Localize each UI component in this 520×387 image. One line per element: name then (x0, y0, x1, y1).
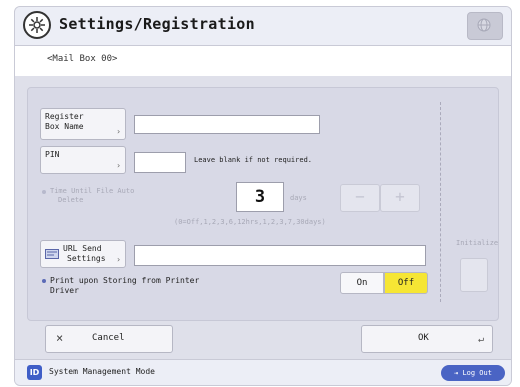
initialize-button[interactable] (460, 258, 488, 292)
bullet-icon (42, 190, 46, 194)
page-title: Settings/Registration (59, 15, 255, 33)
auto-delete-unit: days (290, 194, 307, 202)
url-send-input[interactable] (134, 245, 426, 266)
increment-button[interactable]: + (380, 184, 420, 212)
print-driver-on-toggle[interactable]: On (340, 272, 384, 294)
settings-gear-icon (23, 11, 51, 39)
bullet-icon (42, 279, 46, 283)
pin-input[interactable] (134, 152, 186, 173)
title-bar: Settings/Registration (15, 7, 511, 46)
logout-label: Log Out (462, 369, 492, 377)
action-row: × Cancel OK ↵ (15, 325, 511, 355)
enter-icon: ↵ (477, 334, 484, 345)
auto-delete-value[interactable]: 3 (236, 182, 284, 212)
register-box-name-label-2: Box Name (45, 122, 84, 131)
ok-label: OK (418, 333, 429, 343)
auto-delete-range-hint: (0=Off,1,2,3,6,12hrs,1,2,3,7,30days) (174, 218, 326, 226)
mailbox-header: <Mail Box 00> (15, 46, 511, 76)
chevron-right-icon: › (116, 255, 121, 264)
auto-delete-label-1: Time Until File Auto (50, 187, 135, 195)
pin-button[interactable]: PIN › (40, 146, 126, 174)
close-icon: × (56, 331, 64, 345)
logout-button[interactable]: ⇥ Log Out (441, 365, 505, 381)
register-box-name-button[interactable]: Register Box Name › (40, 108, 126, 140)
url-send-settings-button[interactable]: URL Send Settings › (40, 240, 126, 268)
mode-label: System Management Mode (49, 367, 155, 376)
pin-hint: Leave blank if not required. (194, 156, 313, 164)
initialize-label: Initialize (456, 239, 499, 247)
decrement-button[interactable]: − (340, 184, 380, 212)
pin-label: PIN (45, 150, 60, 159)
sphere-icon (477, 18, 491, 32)
print-driver-off-toggle[interactable]: Off (384, 272, 428, 294)
url-send-label-1: URL Send (63, 244, 102, 253)
status-bar: ID System Management Mode ⇥ Log Out (15, 359, 511, 385)
url-send-label-2: Settings (67, 254, 106, 263)
vertical-divider (440, 102, 441, 302)
print-driver-label-2: Driver (50, 286, 79, 295)
id-icon: ID (27, 365, 42, 380)
print-driver-label-1: Print upon Storing from Printer (50, 276, 200, 285)
auto-delete-label-2: Delete (58, 196, 84, 204)
sphere-button[interactable] (467, 12, 503, 40)
ok-button[interactable]: OK ↵ (361, 325, 493, 353)
cancel-button[interactable]: × Cancel (45, 325, 173, 353)
register-box-name-input[interactable] (134, 115, 320, 134)
settings-window: Settings/Registration <Mail Box 00> Regi… (14, 6, 512, 386)
chevron-right-icon: › (116, 161, 121, 170)
url-send-icon (45, 249, 59, 259)
cancel-label: Cancel (92, 333, 125, 343)
settings-panel: Register Box Name › PIN › Leave blank if… (27, 87, 499, 321)
chevron-right-icon: › (116, 127, 121, 136)
register-box-name-label-1: Register (45, 112, 84, 121)
mailbox-label: <Mail Box 00> (47, 54, 118, 64)
